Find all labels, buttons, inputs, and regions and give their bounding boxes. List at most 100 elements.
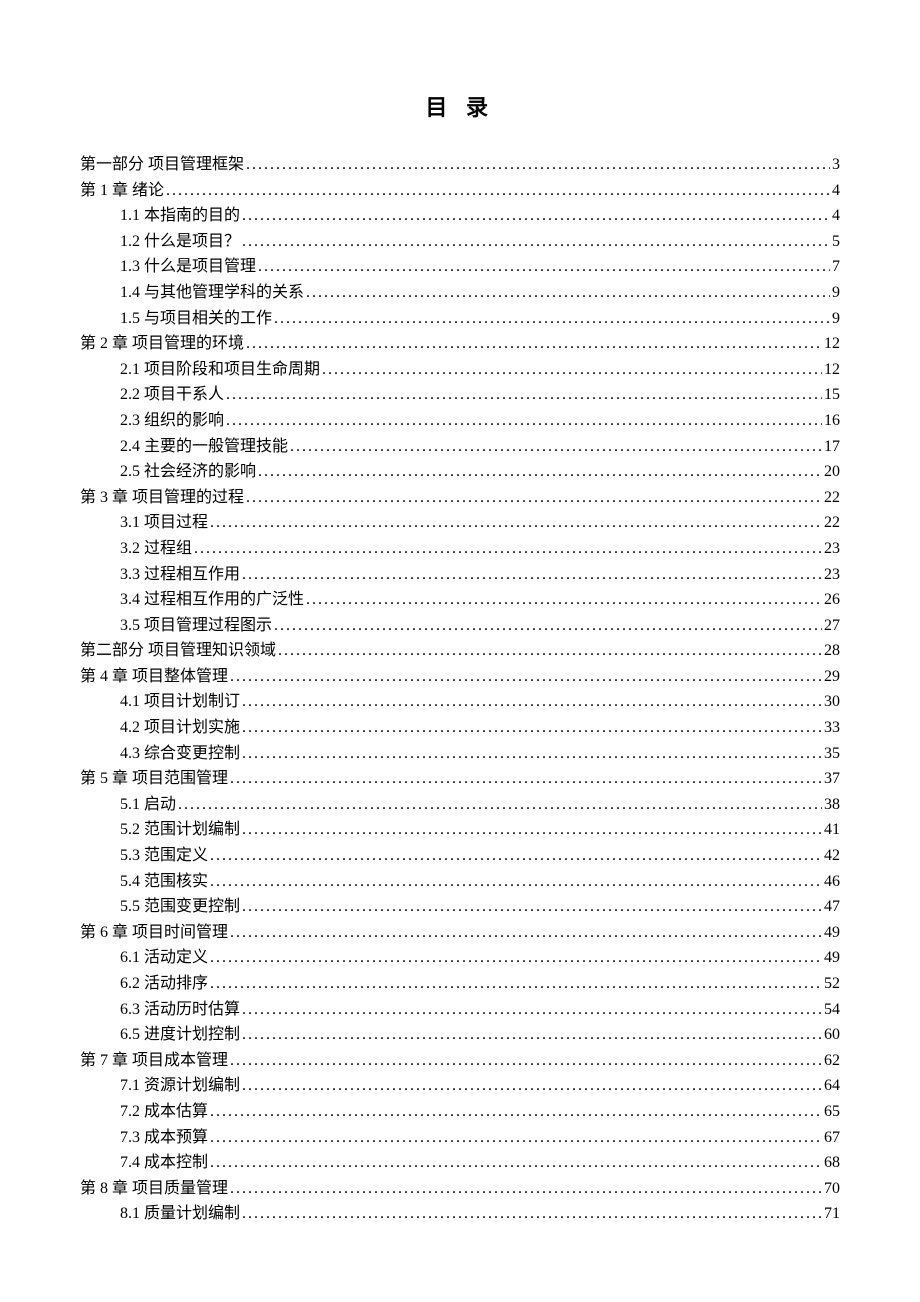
toc-leader-dots xyxy=(274,613,822,639)
toc-leader-dots xyxy=(290,434,822,460)
toc-entry-label: 第二部分 项目管理知识领域 xyxy=(80,638,276,664)
toc-entry-label: 第一部分 项目管理框架 xyxy=(80,152,244,178)
toc-list: 第一部分 项目管理框架3第 1 章 绪论41.1 本指南的目的41.2 什么是项… xyxy=(80,152,840,1227)
toc-leader-dots xyxy=(226,382,822,408)
toc-leader-dots xyxy=(210,869,822,895)
toc-entry-page: 16 xyxy=(824,408,840,434)
toc-entry: 3.5 项目管理过程图示27 xyxy=(80,613,840,639)
toc-entry-label: 5.2 范围计划编制 xyxy=(120,817,240,843)
toc-entry: 2.2 项目干系人15 xyxy=(80,382,840,408)
toc-entry-page: 47 xyxy=(824,894,840,920)
toc-entry-page: 28 xyxy=(824,638,840,664)
toc-entry-label: 第 8 章 项目质量管理 xyxy=(80,1176,228,1202)
toc-entry-page: 7 xyxy=(832,254,840,280)
toc-leader-dots xyxy=(242,817,822,843)
toc-leader-dots xyxy=(258,459,822,485)
toc-leader-dots xyxy=(230,920,822,946)
toc-entry-label: 2.1 项目阶段和项目生命周期 xyxy=(120,357,320,383)
toc-entry-label: 第 2 章 项目管理的环境 xyxy=(80,331,244,357)
toc-entry: 1.5 与项目相关的工作9 xyxy=(80,306,840,332)
toc-entry: 7.4 成本控制 68 xyxy=(80,1150,840,1176)
toc-leader-dots xyxy=(230,766,822,792)
toc-entry-label: 7.4 成本控制 xyxy=(120,1150,208,1176)
toc-entry-page: 60 xyxy=(824,1022,840,1048)
toc-entry-page: 23 xyxy=(824,536,840,562)
toc-entry-label: 第 5 章 项目范围管理 xyxy=(80,766,228,792)
toc-leader-dots xyxy=(242,1022,822,1048)
toc-leader-dots xyxy=(242,203,830,229)
toc-leader-dots xyxy=(230,1048,822,1074)
toc-entry-page: 26 xyxy=(824,587,840,613)
toc-entry: 5.2 范围计划编制41 xyxy=(80,817,840,843)
toc-leader-dots xyxy=(274,306,830,332)
toc-entry: 7.3 成本预算 67 xyxy=(80,1125,840,1151)
toc-leader-dots xyxy=(210,1125,822,1151)
toc-leader-dots xyxy=(246,152,830,178)
toc-entry: 第 4 章 项目整体管理 29 xyxy=(80,664,840,690)
toc-entry: 2.5 社会经济的影响20 xyxy=(80,459,840,485)
toc-entry: 1.3 什么是项目管理7 xyxy=(80,254,840,280)
toc-leader-dots xyxy=(226,408,822,434)
toc-leader-dots xyxy=(278,638,822,664)
toc-entry: 第 2 章 项目管理的环境12 xyxy=(80,331,840,357)
toc-leader-dots xyxy=(230,1176,822,1202)
toc-leader-dots xyxy=(230,664,822,690)
toc-entry: 5.5 范围变更控制 47 xyxy=(80,894,840,920)
toc-entry-label: 5.5 范围变更控制 xyxy=(120,894,240,920)
toc-entry: 3.4 过程相互作用的广泛性 26 xyxy=(80,587,840,613)
toc-entry: 第一部分 项目管理框架3 xyxy=(80,152,840,178)
toc-entry: 4.3 综合变更控制35 xyxy=(80,741,840,767)
toc-leader-dots xyxy=(242,894,822,920)
toc-leader-dots xyxy=(242,562,822,588)
toc-entry: 第 3 章 项目管理的过程22 xyxy=(80,485,840,511)
toc-entry-label: 第 7 章 项目成本管理 xyxy=(80,1048,228,1074)
toc-leader-dots xyxy=(210,1099,822,1125)
toc-entry-page: 9 xyxy=(832,280,840,306)
toc-entry: 2.1 项目阶段和项目生命周期 12 xyxy=(80,357,840,383)
toc-entry-page: 17 xyxy=(824,434,840,460)
toc-entry-label: 7.2 成本估算 xyxy=(120,1099,208,1125)
toc-entry-page: 23 xyxy=(824,562,840,588)
toc-entry: 第 7 章 项目成本管理62 xyxy=(80,1048,840,1074)
toc-entry-page: 49 xyxy=(824,945,840,971)
toc-entry: 第二部分 项目管理知识领域 28 xyxy=(80,638,840,664)
toc-leader-dots xyxy=(242,1073,822,1099)
toc-entry: 5.4 范围核实46 xyxy=(80,869,840,895)
toc-entry-page: 64 xyxy=(824,1073,840,1099)
toc-entry: 5.1 启动38 xyxy=(80,792,840,818)
toc-entry-page: 29 xyxy=(824,664,840,690)
toc-entry: 6.3 活动历时估算54 xyxy=(80,997,840,1023)
toc-entry-label: 2.5 社会经济的影响 xyxy=(120,459,256,485)
toc-entry-label: 2.3 组织的影响 xyxy=(120,408,224,434)
toc-entry-label: 1.2 什么是项目？ xyxy=(120,229,240,255)
toc-entry-label: 第 1 章 绪论 xyxy=(80,178,164,204)
toc-entry-page: 52 xyxy=(824,971,840,997)
toc-entry-page: 68 xyxy=(824,1150,840,1176)
toc-entry: 8.1 质量计划编制71 xyxy=(80,1201,840,1227)
toc-entry-label: 5.4 范围核实 xyxy=(120,869,208,895)
toc-leader-dots xyxy=(210,945,822,971)
toc-entry-label: 5.1 启动 xyxy=(120,792,176,818)
toc-entry: 2.3 组织的影响 16 xyxy=(80,408,840,434)
toc-leader-dots xyxy=(242,715,822,741)
toc-entry-page: 12 xyxy=(824,357,840,383)
toc-leader-dots xyxy=(194,536,822,562)
toc-entry: 第 5 章 项目范围管理37 xyxy=(80,766,840,792)
toc-leader-dots xyxy=(306,280,830,306)
toc-leader-dots xyxy=(166,178,830,204)
toc-entry-label: 第 4 章 项目整体管理 xyxy=(80,664,228,690)
toc-entry: 7.2 成本估算65 xyxy=(80,1099,840,1125)
toc-entry-label: 3.4 过程相互作用的广泛性 xyxy=(120,587,304,613)
toc-entry-label: 7.3 成本预算 xyxy=(120,1125,208,1151)
toc-leader-dots xyxy=(210,1150,822,1176)
toc-leader-dots xyxy=(258,254,830,280)
toc-leader-dots xyxy=(242,689,822,715)
toc-entry: 第 8 章 项目质量管理70 xyxy=(80,1176,840,1202)
toc-entry: 1.1 本指南的目的4 xyxy=(80,203,840,229)
toc-entry-page: 67 xyxy=(824,1125,840,1151)
toc-entry: 3.2 过程组23 xyxy=(80,536,840,562)
toc-leader-dots xyxy=(242,997,822,1023)
toc-leader-dots xyxy=(210,510,822,536)
toc-entry-page: 5 xyxy=(832,229,840,255)
toc-entry: 7.1 资源计划编制64 xyxy=(80,1073,840,1099)
